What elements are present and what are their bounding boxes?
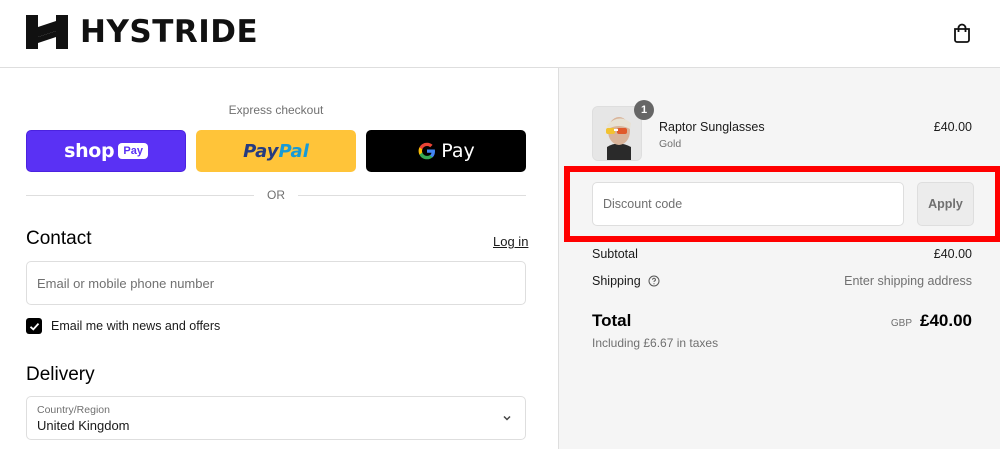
hystride-logo-icon [26,15,68,49]
newsletter-checkbox[interactable] [26,318,42,334]
header: HYSTRIDE [0,0,1000,68]
subtotal-label: Subtotal [592,247,638,261]
email-input[interactable] [37,275,515,291]
newsletter-label: Email me with news and offers [51,319,221,333]
shop-pay-button[interactable]: shop Pay [26,130,186,172]
product-variant: Gold [659,138,682,150]
product-price: £40.00 [933,120,972,134]
or-divider: OR [26,188,526,202]
shipping-value: Enter shipping address [844,274,972,288]
divider-line [298,195,526,196]
delivery-heading: Delivery [26,364,95,385]
currency-code: GBP [890,318,912,329]
country-label: Country/Region [37,404,110,416]
newsletter-option[interactable]: Email me with news and offers [26,318,220,334]
country-value: United Kingdom [37,418,130,433]
email-field[interactable] [26,261,526,305]
taxes-note: Including £6.67 in taxes [592,336,719,350]
total-label: Total [592,311,632,330]
shipping-label: Shipping [592,274,641,288]
express-checkout-label: Express checkout [228,103,324,117]
total-amount: £40.00 [920,311,972,330]
total-value-group: GBP £40.00 [891,311,972,331]
order-summary: 1 Raptor Sunglasses Gold £40.00 Apply Su… [558,68,1000,449]
country-select[interactable]: Country/Region United Kingdom [26,396,526,440]
paypal-wordmark: PayPal [243,140,309,162]
paypal-button[interactable]: PayPal [196,130,356,172]
apply-discount-button[interactable]: Apply [917,182,974,226]
help-circle-icon[interactable] [648,275,660,287]
discount-code-input[interactable] [603,197,893,211]
discount-code-field[interactable] [592,182,904,226]
shipping-row: Shipping [592,274,660,288]
quantity-badge: 1 [634,100,654,120]
log-in-link[interactable]: Log in [493,234,528,249]
chevron-down-icon [503,415,511,421]
checkmark-icon [29,322,39,331]
checkout-form: Express checkout shop Pay PayPal Pay OR … [0,68,558,449]
contact-heading: Contact [26,228,92,249]
brand-logo[interactable]: HYSTRIDE [26,15,258,49]
google-g-icon [418,142,436,160]
shopping-bag-icon[interactable] [951,22,973,44]
google-pay-button[interactable]: Pay [366,130,526,172]
shop-pay-badge: Pay [118,143,148,159]
shop-pay-wordmark: shop [64,140,115,162]
google-pay-wordmark: Pay [441,140,475,162]
brand-name: HYSTRIDE [80,14,259,50]
product-name: Raptor Sunglasses [659,120,765,134]
subtotal-value: £40.00 [933,247,972,261]
